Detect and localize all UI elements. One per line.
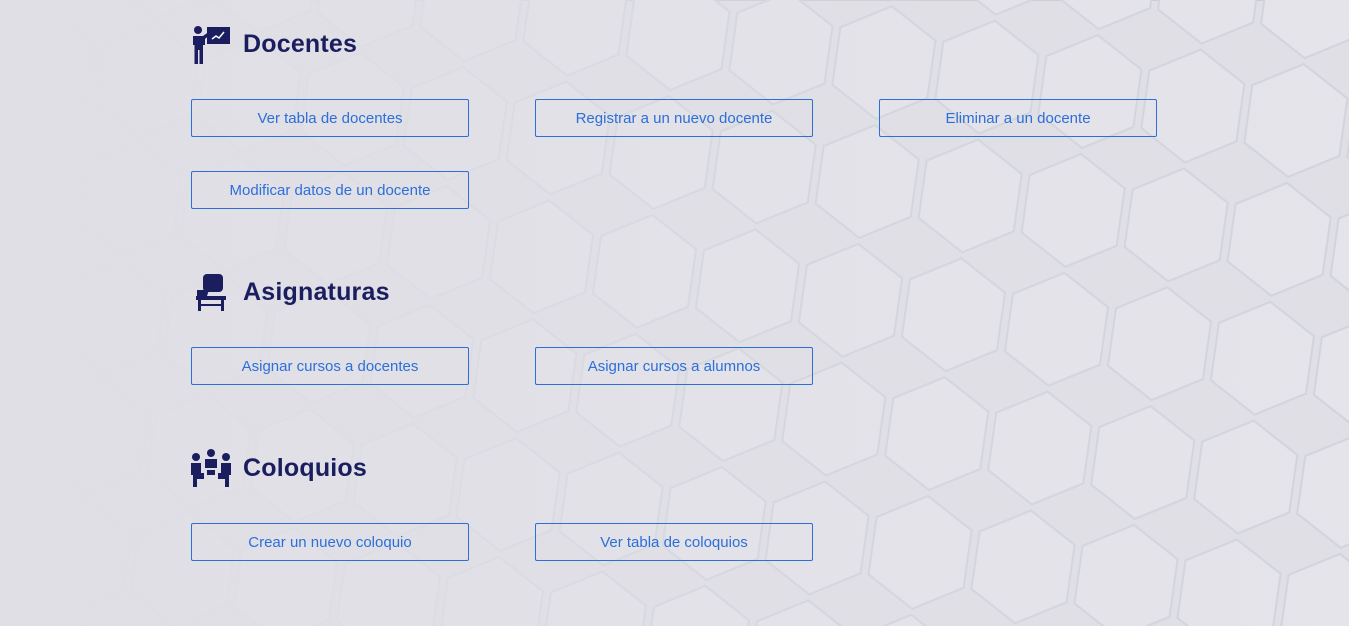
crear-coloquio-button[interactable]: Crear un nuevo coloquio [191, 523, 469, 561]
ver-tabla-docentes-button[interactable]: Ver tabla de docentes [191, 99, 469, 137]
asignar-cursos-docentes-button[interactable]: Asignar cursos a docentes [191, 347, 469, 385]
asignaturas-header: Asignaturas [191, 272, 390, 312]
section-title-docentes: Docentes [243, 29, 358, 58]
section-title-coloquios: Coloquios [243, 453, 368, 482]
group-meeting-icon [191, 448, 231, 488]
modificar-docente-button[interactable]: Modificar datos de un docente [191, 171, 469, 209]
eliminar-docente-button[interactable]: Eliminar a un docente [879, 99, 1157, 137]
ver-tabla-coloquios-button[interactable]: Ver tabla de coloquios [535, 523, 813, 561]
asignar-cursos-alumnos-button[interactable]: Asignar cursos a alumnos [535, 347, 813, 385]
registrar-docente-button[interactable]: Registrar a un nuevo docente [535, 99, 813, 137]
section-title-asignaturas: Asignaturas [243, 277, 390, 306]
student-desk-icon [191, 272, 231, 312]
teacher-board-icon [191, 24, 231, 64]
docentes-header: Docentes [191, 24, 357, 64]
coloquios-header: Coloquios [191, 448, 367, 488]
